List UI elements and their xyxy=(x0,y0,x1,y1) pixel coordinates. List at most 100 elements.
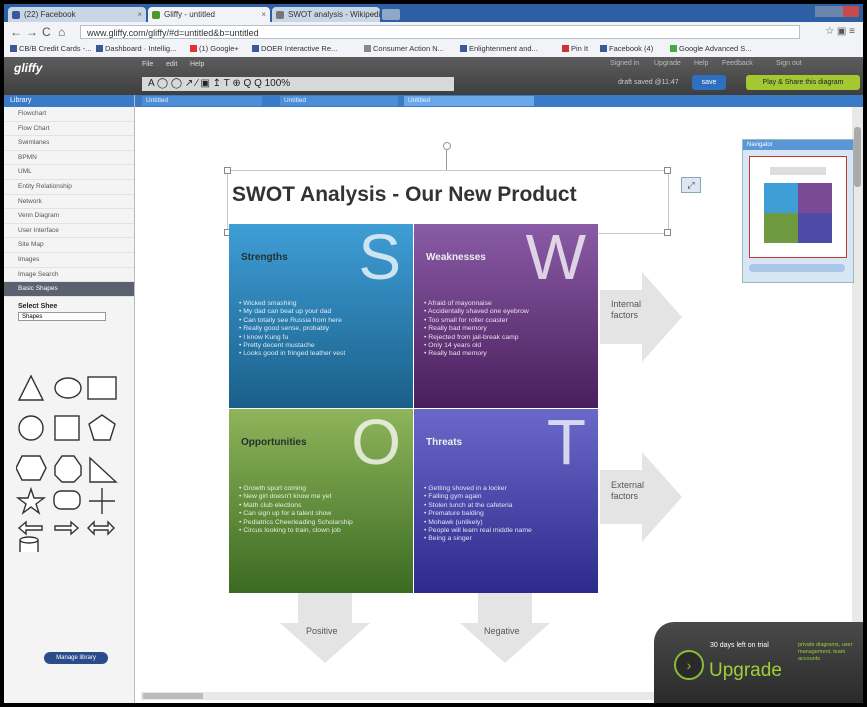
bookmark-item[interactable]: Google Advanced S... xyxy=(670,44,752,53)
sidebar-item[interactable]: Flowchart xyxy=(4,107,134,122)
header-link[interactable]: Upgrade xyxy=(654,60,681,67)
quadrant-item: • Accidentally shaved one eyebrow xyxy=(424,308,529,316)
sidebar-item[interactable]: Entity Relationship xyxy=(4,180,134,195)
navigator-viewport[interactable] xyxy=(749,156,847,258)
share-button[interactable]: Play & Share this diagram xyxy=(746,75,860,90)
right-arrow-shape[interactable] xyxy=(54,520,80,536)
weaknesses-quadrant[interactable]: W Weaknesses • Afraid of mayonnaise • Acc… xyxy=(414,224,598,408)
wikipedia-icon xyxy=(276,11,284,19)
close-icon[interactable]: × xyxy=(261,7,266,22)
rotation-handle[interactable] xyxy=(443,142,451,150)
browser-tab-active[interactable]: Gliffy - untitled × xyxy=(148,7,270,22)
sidebar-item[interactable]: Swimlanes xyxy=(4,136,134,151)
new-tab-button[interactable] xyxy=(382,9,400,20)
quadrant-heading: Strengths xyxy=(241,252,288,263)
bookmark-item[interactable]: Facebook (4) xyxy=(600,44,653,53)
diagram-title[interactable]: SWOT Analysis - Our New Product xyxy=(232,183,577,207)
quadrant-item: • Can totally see Russia from here xyxy=(239,316,342,324)
octagon-shape[interactable] xyxy=(54,455,82,483)
bookmark-item[interactable]: CB/B Credit Cards -... xyxy=(10,44,92,53)
sidebar-item[interactable]: Flow Chart xyxy=(4,122,134,137)
cylinder-shape[interactable] xyxy=(19,536,39,552)
chevron-right-icon[interactable]: › xyxy=(674,650,704,680)
rectangle-shape[interactable] xyxy=(87,376,117,400)
bookmark-item[interactable]: Pin It xyxy=(562,44,588,53)
square-shape[interactable] xyxy=(54,415,80,441)
bookmarks-bar: CB/B Credit Cards -... Dashboard · Intel… xyxy=(4,42,863,58)
resize-handle[interactable] xyxy=(224,167,231,174)
drawing-toolbar[interactable]: A ◯ ◯ ↗ ∕ ▣ ↥ T ⊕ Q Q 100% xyxy=(142,77,454,91)
bookmark-item[interactable]: Dashboard · Intellig... xyxy=(96,44,176,53)
header-link[interactable]: Sign out xyxy=(776,60,802,67)
zoom-slider[interactable] xyxy=(749,264,845,272)
quadrant-item: • Too small for roller coaster xyxy=(424,316,508,324)
close-icon[interactable]: × xyxy=(371,7,376,22)
left-arrow-shape[interactable] xyxy=(17,520,43,536)
bookmark-item[interactable]: (1) Google+ xyxy=(190,44,239,53)
gliffy-logo: gliffy xyxy=(14,61,43,75)
bookmark-item[interactable]: Consumer Action N... xyxy=(364,44,444,53)
resize-handle[interactable] xyxy=(664,167,671,174)
close-icon[interactable]: × xyxy=(137,7,142,22)
strengths-quadrant[interactable]: S Strengths • Wicked smashing • My dad ca… xyxy=(229,224,413,408)
menu-help[interactable]: Help xyxy=(190,61,204,68)
sidebar-item[interactable]: User Interface xyxy=(4,224,134,239)
manage-library-button[interactable]: Manage library xyxy=(44,652,108,664)
scroll-thumb[interactable] xyxy=(854,127,861,187)
sidebar-item[interactable]: Images xyxy=(4,253,134,268)
url-field[interactable]: www.gliffy.com/gliffy/#d=untitled&b=unti… xyxy=(80,25,800,39)
rounded-rectangle-shape[interactable] xyxy=(53,490,81,510)
doc-tab[interactable]: Untitled xyxy=(280,96,398,106)
header-link[interactable]: Help xyxy=(694,60,708,67)
ellipse-shape[interactable] xyxy=(54,377,82,399)
cross-shape[interactable] xyxy=(89,488,115,514)
resize-handle[interactable] xyxy=(664,229,671,236)
horizontal-scrollbar[interactable] xyxy=(141,692,661,700)
sidebar-item[interactable]: Basic Shapes xyxy=(4,282,134,297)
positive-label: Positive xyxy=(306,626,338,636)
sidebar-item[interactable]: UML xyxy=(4,165,134,180)
document-tabs: Untitled Untitled Untitled xyxy=(134,95,863,107)
popout-icon[interactable]: ⤢ xyxy=(681,177,701,193)
doc-tab[interactable]: Untitled xyxy=(142,96,262,106)
shape-set-select[interactable]: Shapes xyxy=(18,311,106,321)
sidebar-item[interactable]: Venn Diagram xyxy=(4,209,134,224)
home-icon[interactable]: ⌂ xyxy=(58,25,65,39)
reload-icon[interactable]: C xyxy=(42,25,51,39)
back-icon[interactable]: ← xyxy=(10,25,22,39)
menu-file[interactable]: File xyxy=(142,61,153,68)
circle-shape[interactable] xyxy=(18,415,44,441)
saved-status: draft saved @11:47 xyxy=(618,79,679,86)
quadrant-item: • My dad can beat up your dad xyxy=(239,308,332,316)
browser-tab[interactable]: (22) Facebook × xyxy=(8,7,146,22)
sidebar-item[interactable]: BPMN xyxy=(4,151,134,166)
hexagon-shape[interactable] xyxy=(16,455,47,481)
save-button[interactable]: save xyxy=(692,75,726,90)
header-link[interactable]: Feedback xyxy=(722,60,753,67)
navigator-panel[interactable]: Navigator xyxy=(742,139,854,283)
threats-quadrant[interactable]: T Threats • Getting shoved in a locker • … xyxy=(414,409,598,593)
bookmark-item[interactable]: DOER Interactive Re... xyxy=(252,44,337,53)
upgrade-banner[interactable]: › 30 days left on trial Upgrade private … xyxy=(654,622,863,703)
forward-icon[interactable]: → xyxy=(26,25,38,39)
pentagon-shape[interactable] xyxy=(88,414,116,441)
doc-tab[interactable]: Untitled xyxy=(404,96,534,106)
sidebar-item[interactable]: Site Map xyxy=(4,238,134,253)
triangle-shape[interactable] xyxy=(17,374,45,401)
double-arrow-shape[interactable] xyxy=(87,520,115,536)
right-triangle-shape[interactable] xyxy=(89,456,118,483)
header-link[interactable]: Signed in xyxy=(610,60,639,67)
window-controls[interactable] xyxy=(815,6,859,17)
upgrade-button[interactable]: Upgrade xyxy=(709,660,782,682)
browser-tab[interactable]: SWOT analysis - Wikipedia...× xyxy=(272,7,380,22)
bookmark-item[interactable]: Enlightenment and... xyxy=(460,44,538,53)
scroll-thumb[interactable] xyxy=(143,693,203,699)
sidebar-item[interactable]: Image Search xyxy=(4,268,134,283)
sidebar-item[interactable]: Network xyxy=(4,195,134,210)
navigator-title: Navigator xyxy=(743,140,853,150)
menu-edit[interactable]: edit xyxy=(166,61,177,68)
opportunities-quadrant[interactable]: O Opportunities • Growth spurt coming • N… xyxy=(229,409,413,593)
star-shape[interactable] xyxy=(16,486,47,515)
star-icon[interactable]: ☆ ▣ ≡ xyxy=(825,26,855,37)
shape-palette xyxy=(16,374,118,552)
